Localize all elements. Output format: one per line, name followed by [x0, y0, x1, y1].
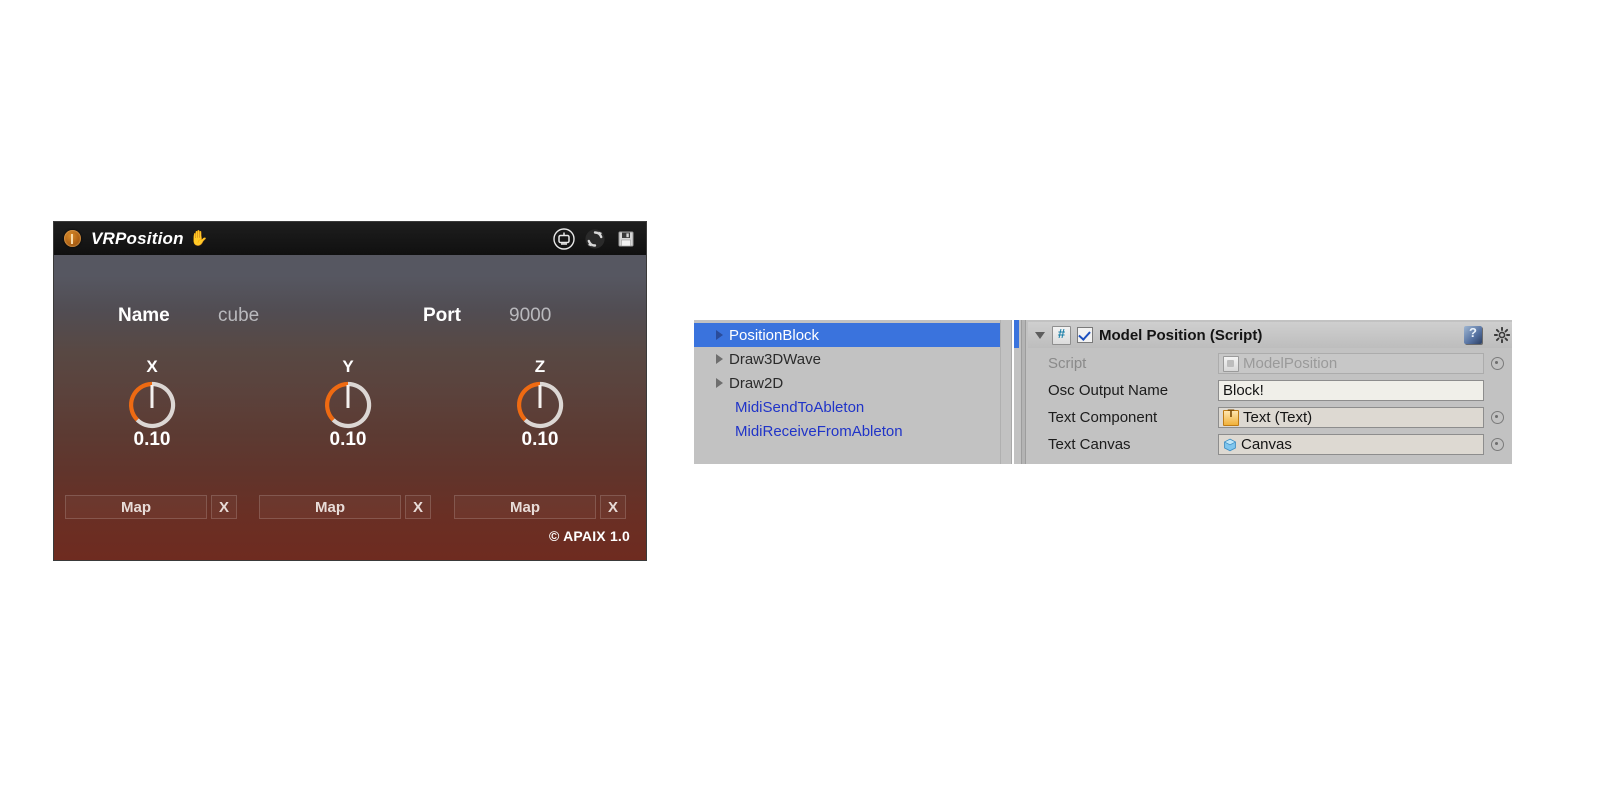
component-title: Model Position (Script) — [1099, 326, 1263, 344]
field-value-osc-output-name[interactable]: Block! — [1218, 380, 1484, 401]
field-value-script-text: ModelPosition — [1243, 355, 1338, 372]
no-expand-spacer — [716, 431, 729, 432]
knob-z-dial[interactable] — [511, 376, 569, 434]
canvas-prefab-icon — [1223, 438, 1237, 452]
field-label-script: Script — [1048, 355, 1087, 372]
knob-x-dial[interactable] — [123, 376, 181, 434]
map-button-row: Map X Map X Map X — [54, 495, 646, 519]
help-icon[interactable] — [1464, 325, 1482, 344]
field-value-text-canvas[interactable]: Canvas — [1218, 434, 1484, 455]
knob-z-axis-label: Z — [534, 357, 546, 376]
field-row-osc-output-name: Osc Output Name Block! — [1028, 377, 1512, 404]
vrposition-plugin-panel: VRPosition ✋ Name cube Port 9000 X 0.10 … — [54, 222, 646, 560]
hand-icon[interactable]: ✋ — [190, 231, 209, 246]
script-asset-icon — [1223, 355, 1239, 372]
object-selector-text-component[interactable] — [1491, 411, 1504, 424]
hierarchy-item-draw2d[interactable]: Draw2D — [694, 371, 1001, 395]
component-collapse-triangle-icon[interactable] — [1035, 331, 1045, 339]
preset-window-icon[interactable] — [553, 227, 575, 250]
unity-editor-panels: PositionBlock Draw3DWave Draw2D MidiSend… — [694, 320, 1512, 464]
text-component-icon — [1223, 408, 1239, 426]
power-led-icon[interactable] — [64, 230, 81, 247]
name-label: Name — [118, 305, 170, 326]
hierarchy-item-label: Draw2D — [729, 374, 784, 392]
port-label: Port — [423, 305, 461, 326]
no-expand-spacer — [716, 407, 729, 408]
hierarchy-item-label: MidiReceiveFromAbleton — [735, 422, 903, 440]
map-group-y: Map X — [259, 495, 431, 519]
knob-x: X 0.10 — [92, 357, 212, 451]
knob-y-dial[interactable] — [319, 376, 377, 434]
map-button-y[interactable]: Map — [259, 495, 401, 519]
map-clear-z[interactable]: X — [600, 495, 626, 519]
copyright-footer: © APAIX 1.0 — [549, 528, 630, 544]
inspector-divider — [1021, 320, 1026, 464]
field-value-script: ModelPosition — [1218, 353, 1484, 374]
hierarchy-item-midireceivefromableton[interactable]: MidiReceiveFromAbleton — [694, 419, 1001, 443]
hierarchy-item-positionblock[interactable]: PositionBlock — [694, 323, 1001, 347]
inspector-panel: Model Position (Script) — [1014, 320, 1512, 464]
field-row-script: Script ModelPosition — [1028, 350, 1512, 377]
field-value-text-canvas-text: Canvas — [1241, 436, 1292, 453]
titlebar-icon-group — [553, 222, 637, 255]
expand-triangle-icon[interactable] — [716, 354, 723, 364]
knob-x-axis-label: X — [146, 357, 158, 376]
knob-row: X 0.10 Y 0.10 Z 0.10 — [54, 357, 646, 451]
plugin-titlebar: VRPosition ✋ — [54, 222, 646, 255]
field-row-text-component: Text Component Text (Text) — [1028, 404, 1512, 431]
knob-y-axis-label: Y — [342, 357, 354, 376]
name-value[interactable]: cube — [218, 305, 259, 327]
field-label-osc-output-name: Osc Output Name — [1048, 382, 1169, 399]
expand-triangle-icon[interactable] — [716, 330, 723, 340]
plugin-body: Name cube Port 9000 X 0.10 Y 0.10 Z 0.10… — [54, 255, 646, 560]
hierarchy-item-midisendtoableton[interactable]: MidiSendToAbleton — [694, 395, 1001, 419]
knob-z: Z 0.10 — [480, 357, 600, 451]
map-clear-y[interactable]: X — [405, 495, 431, 519]
object-selector-script[interactable] — [1491, 357, 1504, 370]
hierarchy-item-label: Draw3DWave — [729, 350, 821, 368]
field-value-text-component-text: Text (Text) — [1243, 409, 1313, 426]
hierarchy-scrollbar[interactable] — [1000, 320, 1011, 464]
name-port-row: Name cube Port 9000 — [54, 305, 646, 331]
field-row-text-canvas: Text Canvas Canvas — [1028, 431, 1512, 458]
field-value-osc-output-name-text: Block! — [1223, 382, 1264, 399]
component-enabled-checkbox[interactable] — [1077, 327, 1093, 343]
inspector-selection-accent — [1014, 320, 1019, 464]
expand-triangle-icon[interactable] — [716, 378, 723, 388]
map-button-z[interactable]: Map — [454, 495, 596, 519]
field-label-text-component: Text Component — [1048, 409, 1158, 426]
port-value[interactable]: 9000 — [509, 305, 551, 327]
object-selector-text-canvas[interactable] — [1491, 438, 1504, 451]
hierarchy-item-draw3dwave[interactable]: Draw3DWave — [694, 347, 1001, 371]
map-clear-x[interactable]: X — [211, 495, 237, 519]
hierarchy-panel: PositionBlock Draw3DWave Draw2D MidiSend… — [694, 320, 1012, 464]
csharp-script-icon — [1052, 325, 1071, 345]
hierarchy-list: PositionBlock Draw3DWave Draw2D MidiSend… — [694, 323, 1001, 443]
field-label-text-canvas: Text Canvas — [1048, 436, 1131, 453]
screenshot-root: VRPosition ✋ Name cube Port 9000 X 0.10 … — [0, 0, 1600, 800]
component-header: Model Position (Script) — [1028, 322, 1512, 348]
map-group-x: Map X — [65, 495, 237, 519]
hierarchy-item-label: PositionBlock — [729, 326, 820, 344]
map-button-x[interactable]: Map — [65, 495, 207, 519]
gear-icon[interactable] — [1493, 326, 1511, 344]
knob-y: Y 0.10 — [288, 357, 408, 451]
hierarchy-item-label: MidiSendToAbleton — [735, 398, 865, 416]
plugin-title: VRPosition — [91, 228, 184, 248]
field-value-text-component[interactable]: Text (Text) — [1218, 407, 1484, 428]
map-group-z: Map X — [454, 495, 626, 519]
component-fields: Script ModelPosition Osc Output Name Blo… — [1028, 350, 1512, 458]
save-disk-icon[interactable] — [615, 228, 637, 250]
refresh-icon[interactable] — [584, 228, 606, 250]
